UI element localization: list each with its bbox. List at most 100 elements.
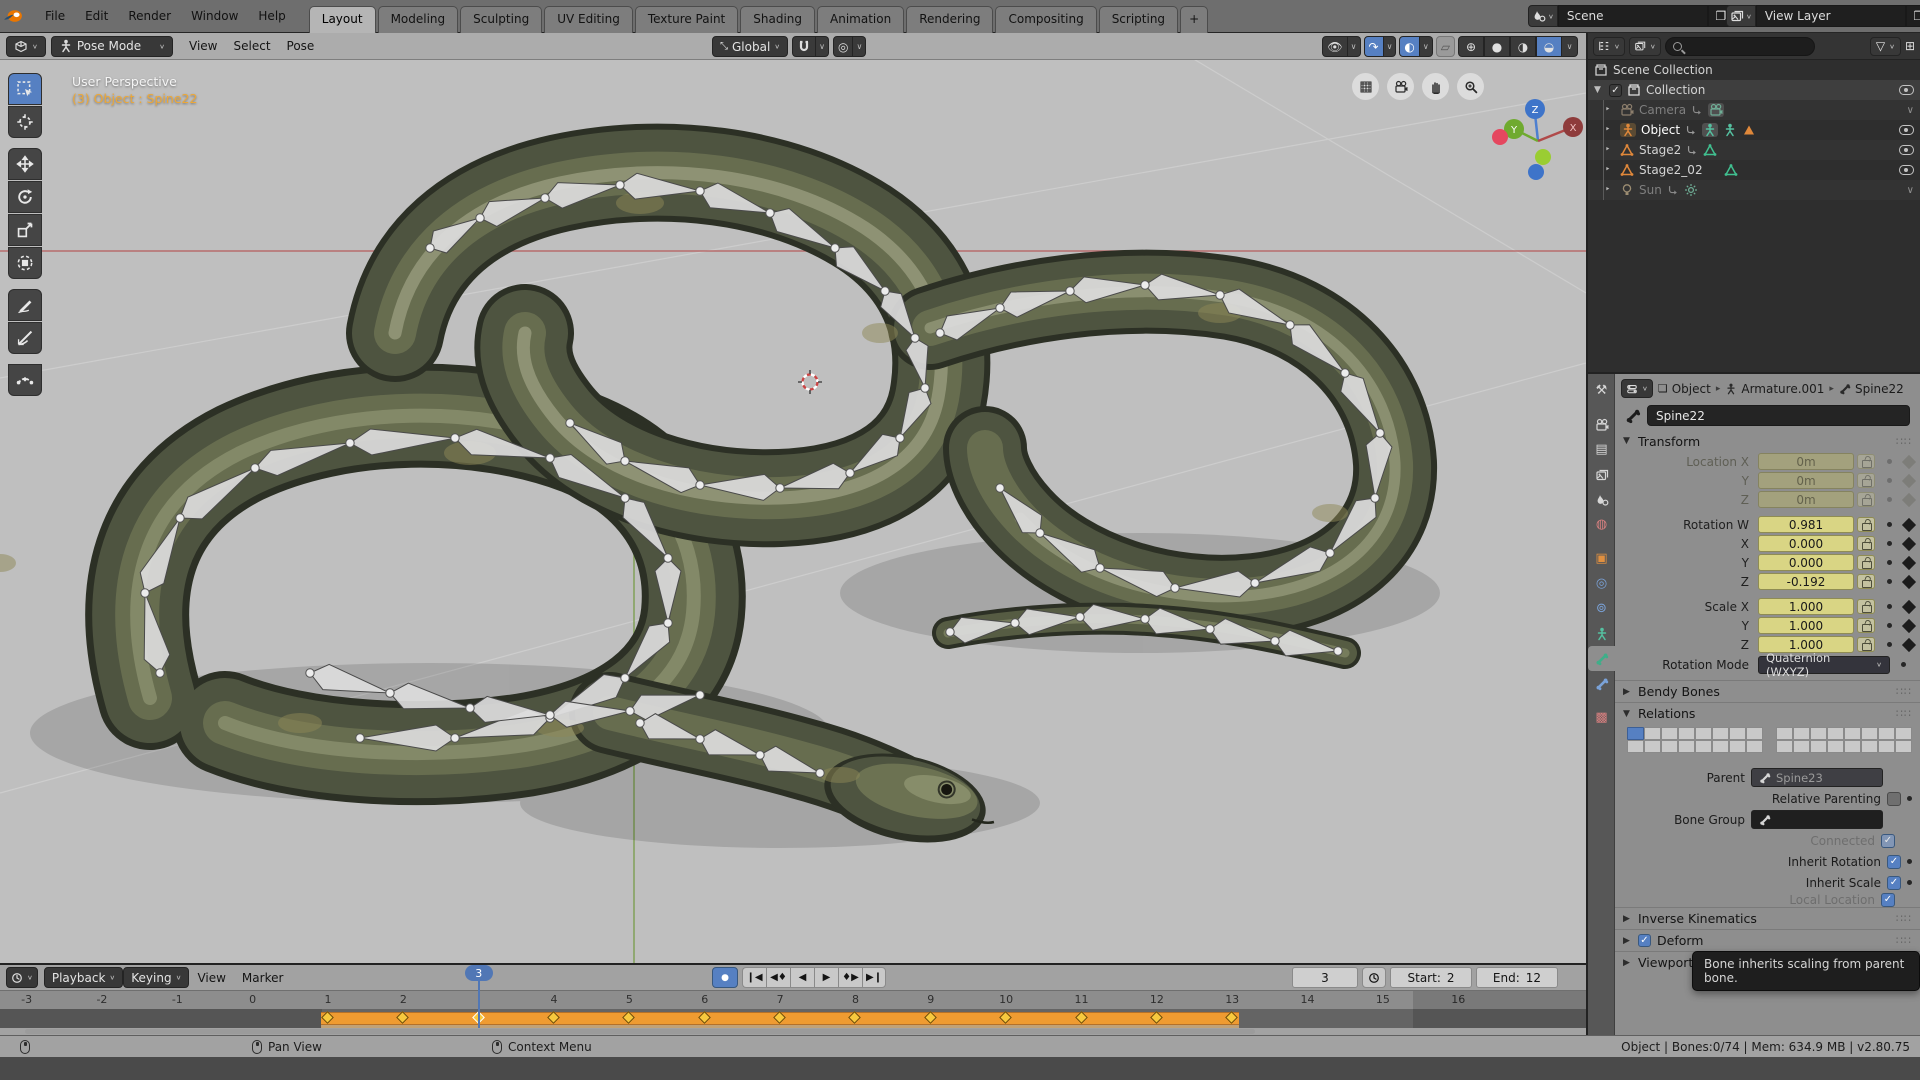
bone-layer-cell[interactable] (1895, 740, 1912, 753)
shading-solid-button[interactable]: ● (1484, 36, 1510, 57)
tab-rendering[interactable]: Rendering (906, 5, 994, 33)
tab-physics[interactable]: ⊚ (1588, 596, 1615, 621)
play-reverse-button[interactable]: ◀ (790, 967, 814, 988)
menu-edit[interactable]: Edit (76, 6, 117, 26)
proportional-editing-dropdown[interactable]: ∨ (853, 36, 867, 57)
bone-joint[interactable] (1325, 548, 1335, 558)
bone-layer-cell[interactable] (1793, 727, 1810, 740)
bone-layer-cell[interactable] (1878, 740, 1895, 753)
animate-dot[interactable] (1886, 604, 1892, 609)
outliner-row-collection[interactable]: ▼ ✓ Collection (1588, 80, 1920, 100)
bone-joint[interactable] (620, 493, 630, 503)
viewport-timeline-divider[interactable] (0, 963, 1586, 965)
outliner-properties-divider[interactable] (1588, 372, 1920, 374)
tab-layout[interactable]: Layout (308, 5, 376, 33)
bone-joint[interactable] (880, 286, 890, 296)
viewport-canvas[interactable] (0, 33, 1586, 963)
bone-layer-cell[interactable] (1746, 740, 1763, 753)
bone-layer-cell[interactable] (1793, 740, 1810, 753)
timeline-scrollbar[interactable] (25, 1029, 1255, 1034)
tab-texture-paint[interactable]: Texture Paint (634, 5, 739, 33)
bone-joint[interactable] (1285, 320, 1295, 330)
tab-object-data[interactable] (1588, 621, 1615, 646)
eye-icon[interactable] (1899, 165, 1914, 175)
deform-checkbox[interactable]: ✓ (1638, 934, 1651, 947)
keyframe-diamond-icon[interactable] (1901, 492, 1917, 507)
lock-icon[interactable] (1857, 473, 1875, 488)
bone-joint[interactable] (1035, 528, 1045, 538)
stage2-expand-arrow[interactable]: ‣ (1605, 145, 1615, 155)
bone-joint[interactable] (620, 456, 630, 466)
tab-world[interactable]: ◍ (1588, 512, 1615, 537)
panel-header-relations[interactable]: ▼ Relations ∷∷ (1615, 702, 1920, 724)
blender-logo-icon[interactable] (2, 8, 24, 24)
bone-joint[interactable] (355, 733, 365, 743)
lock-icon[interactable] (1857, 618, 1875, 633)
bone-joint[interactable] (995, 483, 1005, 493)
outliner-row-stage2-02[interactable]: ‣ Stage2_02 (1588, 160, 1920, 180)
keyframe-diamond-icon[interactable] (1901, 637, 1917, 652)
visibility-dropdown[interactable]: ∨ (1347, 36, 1361, 57)
sun-hide-icon[interactable]: ∨ (1907, 185, 1914, 196)
tool-rotate[interactable] (8, 181, 42, 213)
keyframe-diamond-icon[interactable] (1901, 454, 1917, 469)
bone-joint[interactable] (663, 618, 673, 628)
shading-dropdown[interactable]: ∨ (1562, 36, 1578, 57)
tab-uv-editing[interactable]: UV Editing (544, 5, 633, 33)
xray-toggle[interactable]: ▱ (1435, 36, 1455, 57)
outliner-new-collection-button[interactable]: ⊞ (1905, 39, 1915, 53)
gizmo-x-positive[interactable] (1492, 129, 1508, 145)
animate-dot[interactable] (1907, 796, 1912, 801)
bone-layer-cell[interactable] (1861, 727, 1878, 740)
bone-joint[interactable] (545, 453, 555, 463)
animate-dot[interactable] (1886, 459, 1892, 464)
shading-rendered-button[interactable]: ◒ (1536, 36, 1562, 57)
add-workspace-button[interactable]: + (1180, 5, 1209, 33)
mesh-data-icon[interactable] (1724, 163, 1738, 177)
keyframe-diamond-icon[interactable] (1901, 473, 1917, 488)
tool-transform[interactable] (8, 247, 42, 279)
bone-joint[interactable] (1370, 493, 1380, 503)
tool-select-box[interactable] (8, 73, 42, 105)
bone-layer-cell[interactable] (1661, 727, 1678, 740)
location-value-field[interactable]: 0m (1758, 491, 1854, 508)
visibility-toggle[interactable]: 👁 (1322, 36, 1348, 57)
tool-pose-breakdowner[interactable] (8, 364, 42, 396)
lock-icon[interactable] (1857, 536, 1875, 551)
snap-toggle[interactable] (792, 36, 817, 57)
overlays-dropdown[interactable]: ∨ (1419, 36, 1433, 57)
bone-layer-cell[interactable] (1810, 727, 1827, 740)
bone-joint[interactable] (815, 768, 825, 778)
timeline-menu-marker[interactable]: Marker (234, 969, 291, 987)
view-layer-copy-button[interactable]: ❐ (1905, 5, 1920, 27)
viewport-menu-select[interactable]: Select (226, 37, 279, 55)
animate-dot[interactable] (1886, 522, 1892, 527)
animate-dot[interactable] (1907, 880, 1912, 885)
bone-joint[interactable] (910, 333, 920, 343)
bone-joint[interactable] (695, 480, 705, 490)
bone-joint[interactable] (635, 718, 645, 728)
bone-group-field[interactable] (1751, 810, 1883, 829)
keyframe-diamond-icon[interactable] (1901, 536, 1917, 551)
bone-layer-cell[interactable] (1776, 740, 1793, 753)
bone-joint[interactable] (895, 433, 905, 443)
bone-joint[interactable] (1333, 646, 1343, 656)
bone-layer-cell[interactable] (1810, 740, 1827, 753)
bone-joint[interactable] (830, 243, 840, 253)
tab-sculpting[interactable]: Sculpting (460, 5, 543, 33)
bone-joint[interactable] (175, 513, 185, 523)
panel-header-bendy-bones[interactable]: ▶ Bendy Bones ∷∷ (1615, 680, 1920, 702)
camera-expand-arrow[interactable]: ‣ (1605, 105, 1615, 115)
keyframe-diamond-icon[interactable] (1901, 599, 1917, 614)
outliner-display-mode-button[interactable]: ∨ (1628, 36, 1661, 56)
play-button[interactable]: ▶ (814, 967, 838, 988)
outliner-search-input[interactable] (1664, 36, 1815, 56)
editor-divider-vertical[interactable] (1586, 33, 1588, 1035)
outliner-filter-button[interactable]: ▽ ∨ (1869, 36, 1901, 56)
rotation-value-field[interactable]: 0.981 (1758, 516, 1854, 533)
tab-view-layer[interactable] (1588, 462, 1615, 487)
timeline-ruler[interactable]: -3 -2 -1 0 1 2 4 5 6 7 8 9 10 11 12 13 14 15 16 (0, 991, 1586, 1009)
bone-joint[interactable] (945, 627, 955, 637)
auto-keyframe-button[interactable]: ● (712, 967, 738, 988)
scale-value-field[interactable]: 1.000 (1758, 617, 1854, 634)
